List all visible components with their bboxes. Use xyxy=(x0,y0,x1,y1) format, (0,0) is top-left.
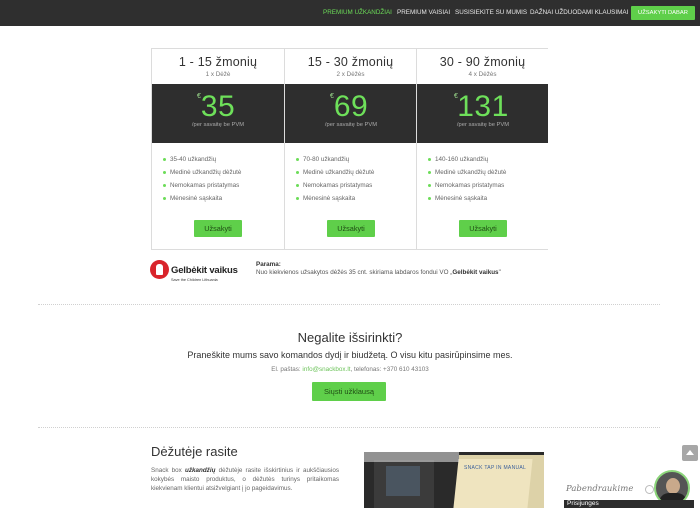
plan-header: 15 - 30 žmonių 2 x Dėžės xyxy=(285,49,416,84)
nav-premium-fruits[interactable]: PREMIUM VAISIAI xyxy=(397,0,450,26)
charity-logo: Gelbėkit vaikus Save the Children Lithua… xyxy=(150,260,240,286)
box-label: SNACK TAP IN MANUAL xyxy=(464,465,527,471)
product-photo: SNACK TAP IN MANUAL xyxy=(364,452,544,508)
contact-line: El. paštas: info@snackbox.lt, telefonas:… xyxy=(271,366,429,373)
feature-item: Nemokamas pristatymas xyxy=(428,179,548,192)
plan-card-small: 1 - 15 žmonių 1 x Dėžė € 35 /per savaitę… xyxy=(152,49,284,249)
plan-title: 30 - 90 žmonių xyxy=(439,55,526,69)
feature-item: Nemokamas pristatymas xyxy=(163,179,284,192)
support-text: Nuo kiekvienos užsakytos dėžės 35 cnt. s… xyxy=(256,269,501,276)
charity-emblem-icon xyxy=(150,260,169,279)
plan-price: 35 xyxy=(200,90,236,123)
plan-price: 131 xyxy=(457,90,509,123)
bullet-icon xyxy=(428,171,431,174)
bullet-icon xyxy=(163,184,166,187)
chat-prompt[interactable]: Pabendraukime xyxy=(566,484,633,494)
arrow-up-icon xyxy=(686,450,694,455)
order-button-large[interactable]: Užsakyti xyxy=(459,220,507,237)
email-link[interactable]: info@snackbox.lt xyxy=(302,366,350,373)
plan-header: 1 - 15 žmonių 1 x Dėžė xyxy=(152,49,284,84)
nav-contact[interactable]: SUSISIEKITE SU MUMIS xyxy=(455,0,527,26)
box-description: Snack box užkandžių dėžutėje rasite išsk… xyxy=(151,467,340,493)
plan-title: 1 - 15 žmonių xyxy=(178,55,258,69)
bullet-icon xyxy=(163,197,166,200)
charity-logo-tagline: Save the Children Lithuania xyxy=(171,278,218,282)
custom-title: Negalite išsirinkti? xyxy=(297,330,403,345)
plan-price: 69 xyxy=(333,90,369,123)
section-divider xyxy=(38,304,660,305)
plan-price-period: /per savaitę be PVM xyxy=(191,122,245,128)
feature-item: Nemokamas pristatymas xyxy=(296,179,416,192)
plan-price-panel: € 131 /per savaitę be PVM xyxy=(417,84,548,143)
charity-name: Gelbėkit vaikus xyxy=(452,269,499,276)
feature-item: 70-80 užkandžių xyxy=(296,153,416,166)
box-section-title: Dėžutėje rasite xyxy=(151,444,238,459)
chat-status-bar[interactable]: Prisijunges xyxy=(564,500,694,508)
plan-card-medium: 15 - 30 žmonių 2 x Dėžės € 69 /per savai… xyxy=(284,49,416,249)
nav-faq[interactable]: DAŽNAI UŽDUODAMI KLAUSIMAI xyxy=(530,0,628,26)
feature-item: Medinė užkandžių dėžutė xyxy=(296,166,416,179)
plan-card-large: 30 - 90 žmonių 4 x Dėžės € 131 /per sava… xyxy=(416,49,548,249)
send-request-button[interactable]: Siųsti užklausą xyxy=(312,382,386,401)
bullet-icon xyxy=(428,158,431,161)
order-button-medium[interactable]: Užsakyti xyxy=(327,220,375,237)
charity-logo-name: Gelbėkit vaikus xyxy=(171,265,238,276)
section-divider xyxy=(38,427,660,428)
feature-item: Mėnesinė sąskaita xyxy=(296,192,416,205)
feature-item: Mėnesinė sąskaita xyxy=(428,192,548,205)
plan-price-panel: € 69 /per savaitę be PVM xyxy=(285,84,416,143)
plan-boxes: 1 x Dėžė xyxy=(205,71,231,78)
bullet-icon xyxy=(163,171,166,174)
pricing-table: 1 - 15 žmonių 1 x Dėžė € 35 /per savaitę… xyxy=(151,48,548,250)
bullet-icon xyxy=(428,197,431,200)
plan-boxes: 4 x Dėžės xyxy=(468,71,497,78)
feature-item: 35-40 užkandžių xyxy=(163,153,284,166)
scroll-to-top-button[interactable] xyxy=(682,445,698,461)
feature-item: Medinė užkandžių dėžutė xyxy=(428,166,548,179)
order-now-button[interactable]: UŽSAKYTI DABAR xyxy=(631,6,695,20)
custom-subtitle: Praneškite mums savo komandos dydį ir bi… xyxy=(187,350,513,360)
bullet-icon xyxy=(296,184,299,187)
chat-status-label: Prisijunges xyxy=(567,500,599,507)
order-button-small[interactable]: Užsakyti xyxy=(194,220,242,237)
bullet-icon xyxy=(428,184,431,187)
top-navigation: PREMIUM UŽKANDŽIAI PREMIUM VAISIAI SUSIS… xyxy=(0,0,700,26)
bullet-icon xyxy=(296,171,299,174)
plan-title: 15 - 30 žmonių xyxy=(307,55,394,69)
support-info: Parama: Nuo kiekvienos užsakytos dėžės 3… xyxy=(256,261,556,276)
bullet-icon xyxy=(163,158,166,161)
plan-price-period: /per savaitę be PVM xyxy=(324,122,378,128)
plan-header: 30 - 90 žmonių 4 x Dėžės xyxy=(417,49,548,84)
feature-item: Mėnesinė sąskaita xyxy=(163,192,284,205)
feature-item: Medinė užkandžių dėžutė xyxy=(163,166,284,179)
chat-bubble-icon xyxy=(645,485,654,494)
bullet-icon xyxy=(296,197,299,200)
support-label: Parama: xyxy=(256,261,281,268)
bullet-icon xyxy=(296,158,299,161)
plan-price-period: /per savaitę be PVM xyxy=(456,122,510,128)
plan-price-panel: € 35 /per savaitę be PVM xyxy=(152,84,284,143)
feature-item: 140-160 užkandžių xyxy=(428,153,548,166)
nav-premium-snacks[interactable]: PREMIUM UŽKANDŽIAI xyxy=(323,0,392,26)
plan-boxes: 2 x Dėžės xyxy=(336,71,365,78)
